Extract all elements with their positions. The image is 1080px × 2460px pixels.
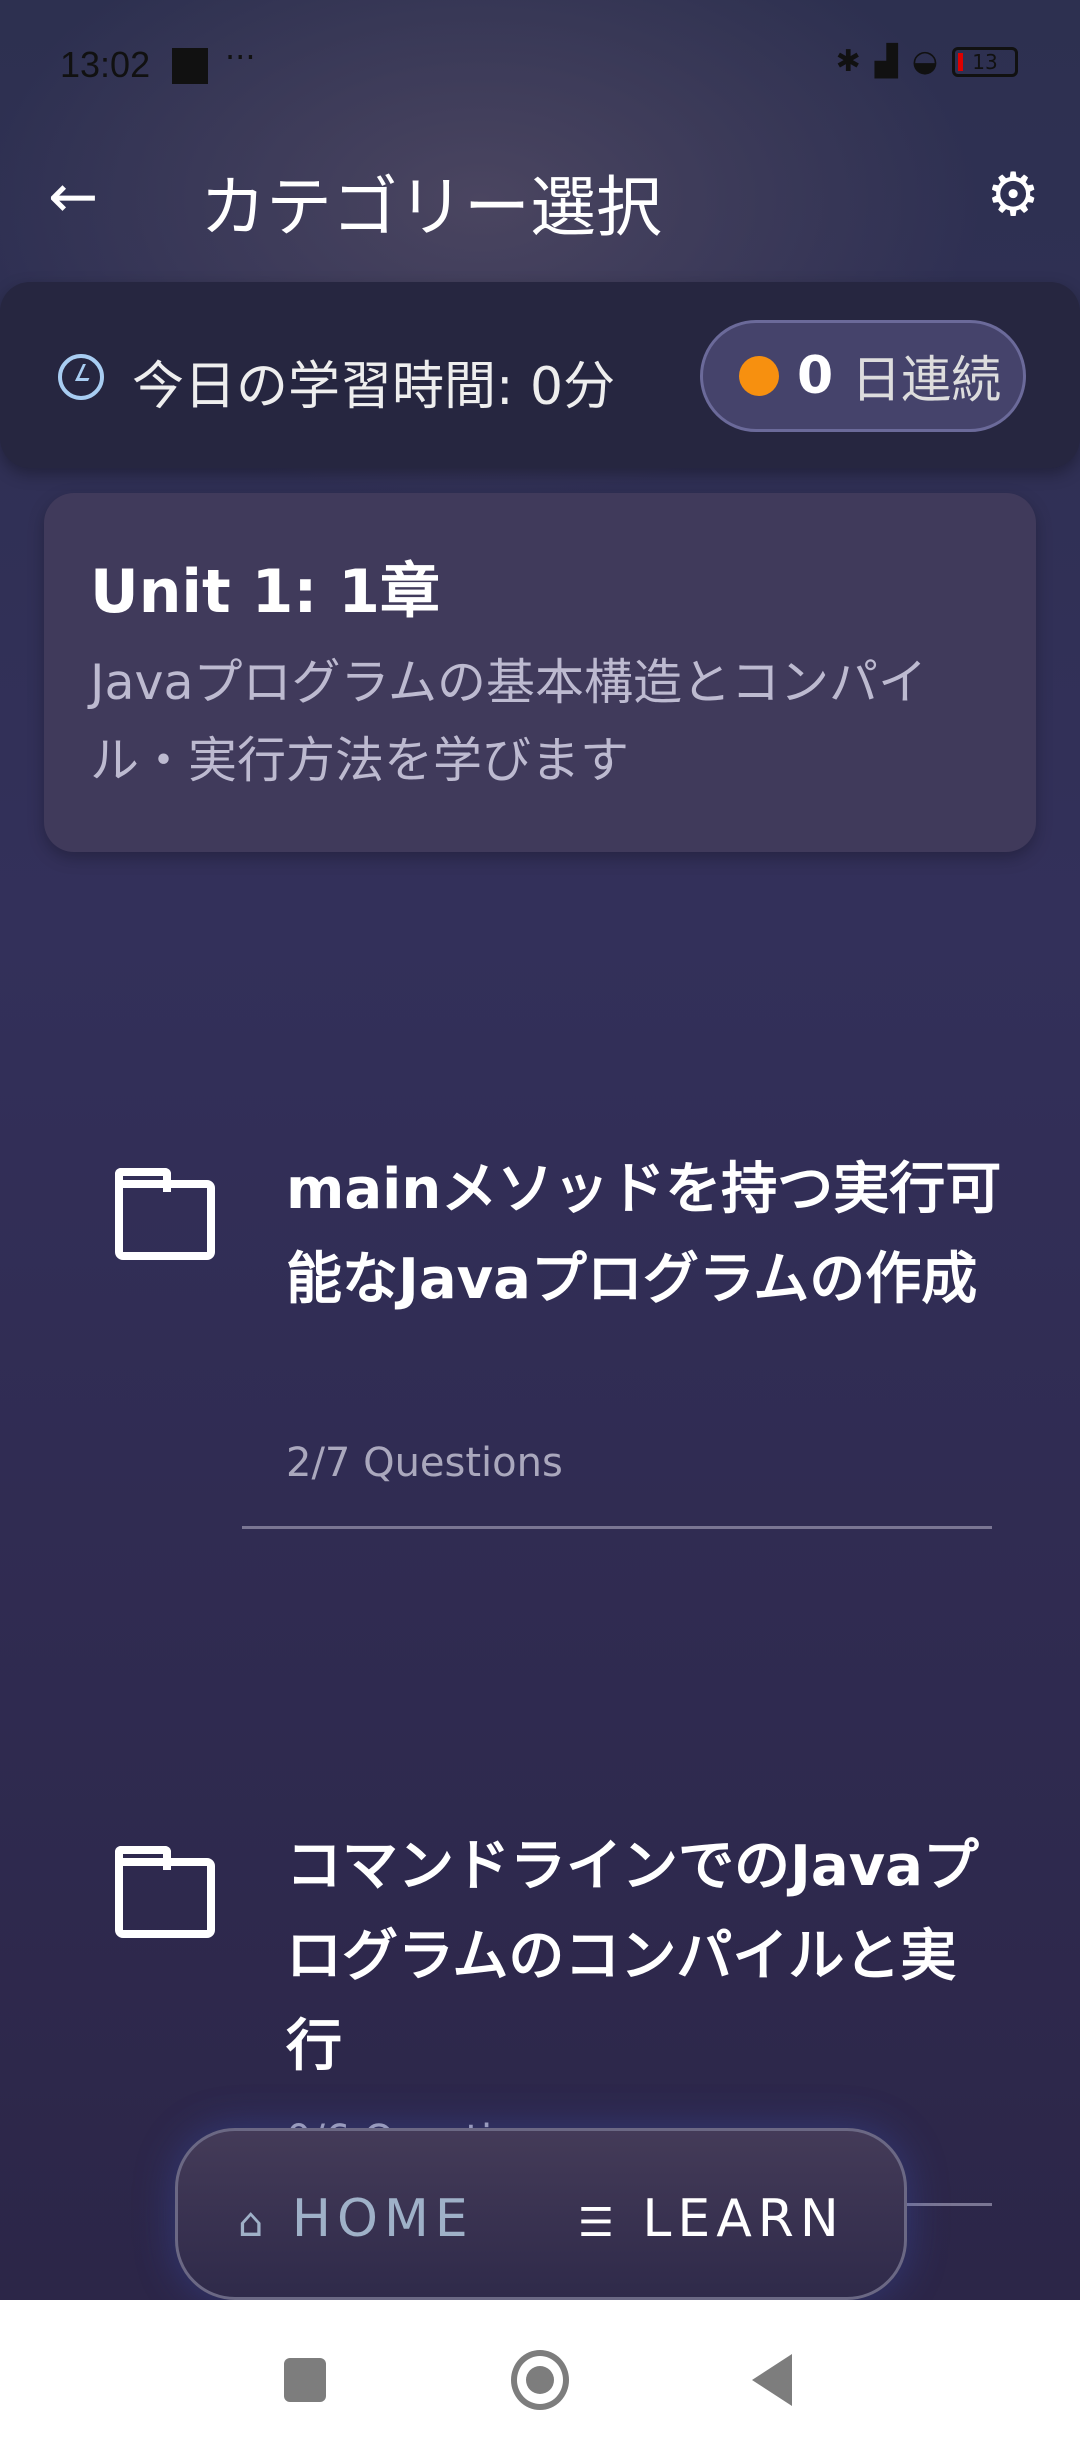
list-icon: ☰ <box>578 2200 620 2246</box>
nav-home-button[interactable]: ⌂ HOME <box>238 2189 474 2249</box>
status-bar: 13:02 ··· ✱ ▟ ◒ 13 <box>0 0 1080 120</box>
home-system-button[interactable] <box>511 2350 569 2410</box>
unit-title: Unit 1: 1章 <box>90 557 440 627</box>
battery-icon: 13 <box>952 46 1018 77</box>
signal-icon: ▟ <box>874 44 898 79</box>
nav-home-label: HOME <box>291 2189 474 2249</box>
category-title: コマンドラインでのJavaプログラムのコンパイルと実行 <box>286 1834 979 2079</box>
folder-icon <box>115 1846 215 1938</box>
clock-icon <box>58 354 104 400</box>
recents-button[interactable] <box>284 2358 326 2402</box>
unit-card: Unit 1: 1章 Javaプログラムの基本構造とコンパイル・実行方法を学びま… <box>44 493 1036 852</box>
nav-learn-label: LEARN <box>642 2189 845 2249</box>
flame-icon <box>739 356 779 396</box>
study-stats-bar: 今日の学習時間: 0分 0 日連続 <box>0 282 1080 468</box>
study-time: 今日の学習時間: 0分 <box>132 357 616 417</box>
app-bar: ← カテゴリー選択 ⚙ <box>0 140 1080 260</box>
home-icon: ⌂ <box>238 2200 270 2246</box>
streak-label: 日連続 <box>851 351 1002 409</box>
unit-description: Javaプログラムの基本構造とコンパイル・実行方法を学びます <box>90 654 928 789</box>
back-system-button[interactable] <box>752 2354 792 2406</box>
category-progress: 2/7 Questions <box>286 1440 563 1486</box>
back-arrow-icon[interactable]: ← <box>48 162 98 232</box>
folder-icon <box>115 1168 215 1260</box>
nav-learn-button[interactable]: ☰ LEARN <box>578 2189 845 2249</box>
bluetooth-icon: ✱ <box>835 44 861 79</box>
gear-icon[interactable]: ⚙ <box>986 160 1040 230</box>
bottom-nav: ⌂ HOME ☰ LEARN <box>175 2128 907 2300</box>
streak-badge: 0 日連続 <box>700 320 1026 432</box>
wifi-icon: ◒ <box>911 44 938 79</box>
system-nav-bar <box>0 2300 1080 2460</box>
streak-count: 0 <box>797 346 834 406</box>
divider <box>242 1526 992 1529</box>
more-notifications-icon: ··· <box>225 38 256 76</box>
category-title: mainメソッドを持つ実行可能なJavaプログラムの作成 <box>286 1157 1002 1312</box>
status-time: 13:02 <box>60 44 151 85</box>
page-title: カテゴリー選択 <box>200 169 662 246</box>
notification-icon <box>172 48 208 84</box>
